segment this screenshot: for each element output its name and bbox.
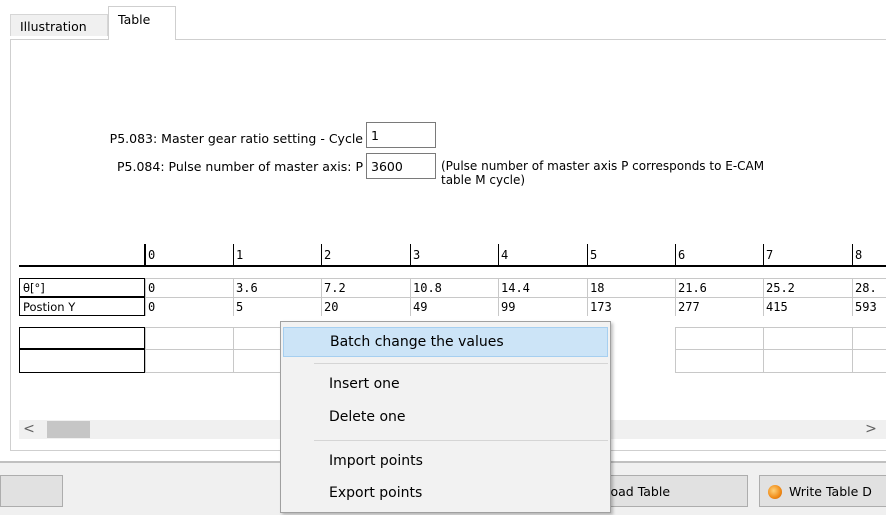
tab-table-label: Table <box>118 12 151 27</box>
table-cell[interactable]: 5 <box>233 297 321 316</box>
row-header-theta[interactable]: θ[°] <box>19 278 145 297</box>
p5084-label: P5.084: Pulse number of master axis: P <box>117 159 363 174</box>
table-cell[interactable]: 21.6 <box>675 278 763 297</box>
table-cell[interactable] <box>852 327 886 349</box>
table-cell[interactable]: 7.2 <box>321 278 410 297</box>
table-cell[interactable]: 49 <box>410 297 498 316</box>
table-cell[interactable]: 14.4 <box>498 278 587 297</box>
column-header[interactable]: 0 <box>145 244 233 267</box>
context-menu: Batch change the values Insert one Delet… <box>280 321 611 513</box>
menu-item-insert-one[interactable]: Insert one <box>283 370 608 400</box>
menu-item-import-points[interactable]: Import points <box>283 447 608 477</box>
table-cell[interactable]: 593 <box>852 297 886 316</box>
table-cell[interactable] <box>675 349 763 373</box>
table-row: Postion Y 0 5 20 49 99 173 277 415 593 <box>19 297 886 316</box>
row-header-empty[interactable] <box>19 327 145 349</box>
table-cell[interactable] <box>763 349 852 373</box>
menu-item-batch-change[interactable]: Batch change the values <box>283 327 608 357</box>
grid-corner <box>19 244 145 267</box>
load-table-label: load Table <box>607 484 671 499</box>
scroll-left-icon[interactable]: < <box>22 420 36 439</box>
column-header[interactable]: 5 <box>587 244 675 267</box>
table-cell[interactable]: 20 <box>321 297 410 316</box>
table-cell[interactable] <box>763 327 852 349</box>
table-cell[interactable]: 0 <box>145 297 233 316</box>
menu-separator <box>314 363 608 364</box>
row-header-empty[interactable] <box>19 349 145 373</box>
column-header[interactable]: 7 <box>763 244 852 267</box>
table-cell[interactable]: 28. <box>852 278 886 297</box>
table-cell[interactable] <box>852 349 886 373</box>
p5083-input[interactable]: 1 <box>366 122 436 148</box>
tab-table[interactable]: Table <box>108 6 176 40</box>
table-cell[interactable]: 3.6 <box>233 278 321 297</box>
p5084-input[interactable]: 3600 <box>366 153 436 179</box>
scrollbar-thumb[interactable] <box>47 421 90 438</box>
column-header[interactable]: 8 <box>852 244 886 267</box>
tab-illustration[interactable]: Illustration <box>10 14 108 36</box>
table-cell[interactable] <box>145 349 233 373</box>
write-table-icon <box>768 485 782 499</box>
p5084-note: (Pulse number of master axis P correspon… <box>441 159 764 187</box>
table-cell[interactable]: 10.8 <box>410 278 498 297</box>
tab-illustration-label: Illustration <box>20 19 87 34</box>
menu-item-delete-one[interactable]: Delete one <box>283 403 608 433</box>
write-table-button[interactable]: Write Table D <box>759 475 886 507</box>
table-row: θ[°] 0 3.6 7.2 10.8 14.4 18 21.6 25.2 28… <box>19 278 886 297</box>
column-header[interactable]: 3 <box>410 244 498 267</box>
table-cell[interactable]: 25.2 <box>763 278 852 297</box>
table-cell[interactable]: 18 <box>587 278 675 297</box>
table-cell[interactable] <box>145 327 233 349</box>
column-header[interactable]: 1 <box>233 244 321 267</box>
row-header-position-y[interactable]: Postion Y <box>19 297 145 316</box>
table-cell[interactable]: 415 <box>763 297 852 316</box>
menu-item-export-points[interactable]: Export points <box>283 479 608 509</box>
table-cell[interactable]: 277 <box>675 297 763 316</box>
column-header[interactable]: 4 <box>498 244 587 267</box>
p5084-note-line1: (Pulse number of master axis P correspon… <box>441 159 765 173</box>
column-header[interactable]: 6 <box>675 244 763 267</box>
table-cell[interactable] <box>675 327 763 349</box>
bottom-left-button[interactable] <box>0 475 63 507</box>
table-cell[interactable]: 0 <box>145 278 233 297</box>
column-header[interactable]: 2 <box>321 244 410 267</box>
menu-separator <box>314 440 608 441</box>
p5083-label: P5.083: Master gear ratio setting - Cycl… <box>109 131 363 146</box>
load-table-button[interactable]: load Table <box>598 475 748 507</box>
table-cell[interactable]: 173 <box>587 297 675 316</box>
scroll-right-icon[interactable]: > <box>864 420 878 439</box>
p5084-note-line2: table M cycle) <box>441 173 526 187</box>
table-cell[interactable]: 99 <box>498 297 587 316</box>
write-table-label: Write Table D <box>789 484 872 499</box>
